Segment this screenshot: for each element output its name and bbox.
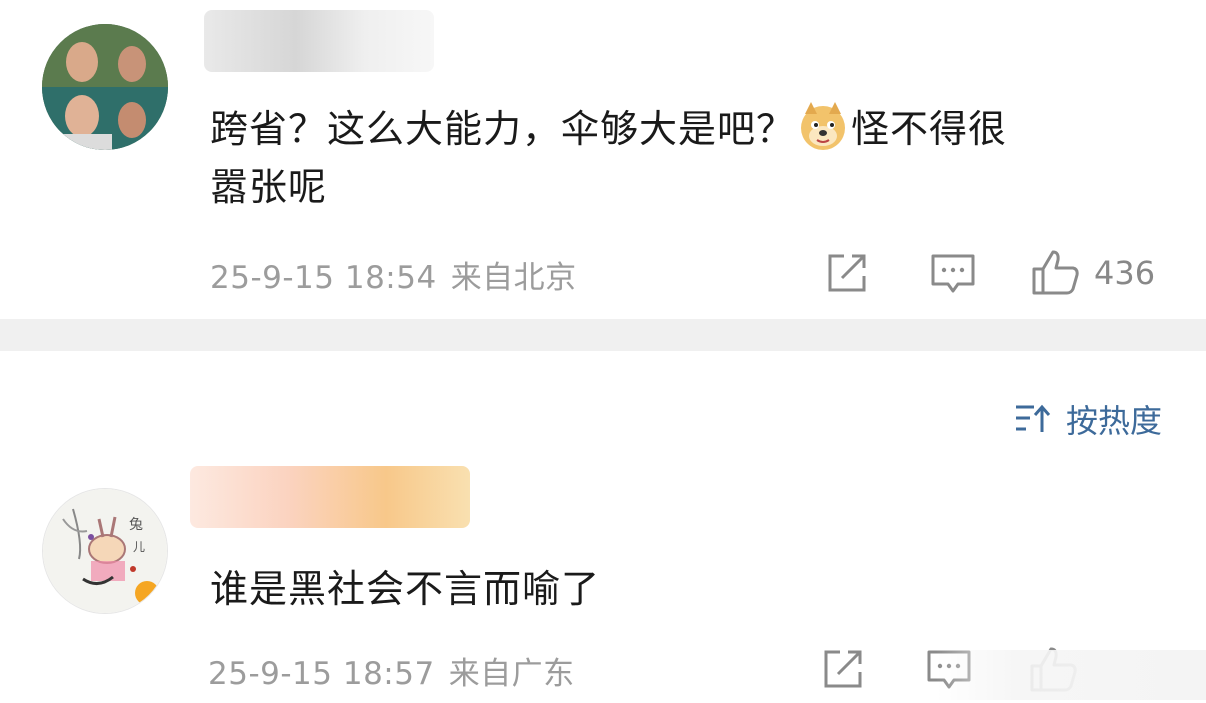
sort-icon xyxy=(1015,404,1051,432)
comment-location: 来自广东 xyxy=(448,656,575,692)
comment-location: 来自北京 xyxy=(450,260,577,296)
comment-icon xyxy=(931,254,975,293)
share-button[interactable] xyxy=(822,248,872,298)
svg-text:兔: 兔 xyxy=(129,517,143,533)
comment-text: 谁是黑社会不言而喻了 xyxy=(210,567,601,611)
share-button[interactable] xyxy=(818,644,868,694)
comment-text-part: 跨省？这么大能力，伞够大是吧？ xyxy=(210,107,796,151)
comment-time: 25-9-15 18:54 xyxy=(210,260,437,296)
reply-button[interactable] xyxy=(928,248,978,298)
svg-text:儿: 儿 xyxy=(133,540,145,554)
avatar[interactable]: 兔 儿 xyxy=(42,488,168,614)
comment-text: 跨省？这么大能力，伞够大是吧？ 怪不得很 嚣张呢 xyxy=(210,100,1170,216)
comment-time: 25-9-15 18:57 xyxy=(208,656,435,692)
comment-meta: 25-9-15 18:57 来自广东 xyxy=(208,648,575,693)
username-blurred[interactable] xyxy=(190,466,470,528)
comment-text-part: 嚣张呢 xyxy=(210,165,328,209)
watermark-overlay xyxy=(936,650,1206,700)
share-icon xyxy=(824,650,862,688)
like-count: 436 xyxy=(1094,254,1156,292)
comment-text-part: 怪不得很 xyxy=(851,107,1008,151)
doge-emoji-icon xyxy=(797,100,849,152)
comment-meta: 25-9-15 18:54 来自北京 xyxy=(210,252,577,297)
sort-label: 按热度 xyxy=(1065,402,1162,440)
sort-button[interactable]: 按热度 xyxy=(1014,396,1162,442)
section-divider xyxy=(0,319,1206,351)
avatar[interactable] xyxy=(42,24,168,150)
thumbs-up-icon xyxy=(1032,250,1079,295)
like-button[interactable]: 436 xyxy=(1030,246,1155,300)
share-icon xyxy=(828,254,866,292)
username-blurred[interactable] xyxy=(204,10,434,72)
